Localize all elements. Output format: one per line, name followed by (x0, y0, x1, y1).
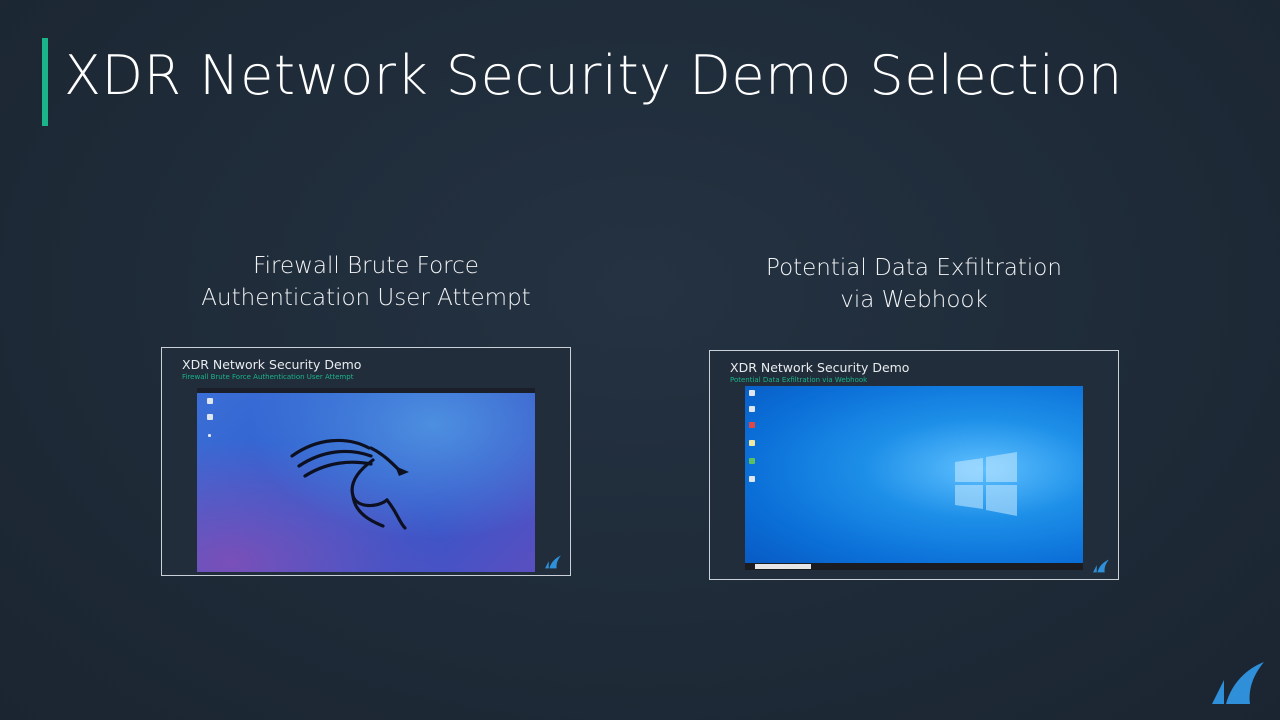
slide: XDR Network Security Demo Selection Fire… (0, 0, 1280, 720)
barracuda-fin-logo (545, 555, 561, 569)
title-accent-bar (42, 38, 48, 126)
barracuda-fin-logo (1093, 559, 1109, 573)
caption-line: Authentication User Attempt (201, 285, 531, 311)
file-icon (208, 434, 211, 437)
slide-title: XDR Network Security Demo Selection (64, 44, 1123, 107)
barracuda-fin-logo (1212, 662, 1264, 704)
thumbnail-title: XDR Network Security Demo (182, 357, 362, 372)
demo-thumbnail-exfiltration[interactable]: XDR Network Security Demo Potential Data… (709, 350, 1119, 580)
demo-option-caption: Firewall Brute Force Authentication User… (161, 250, 571, 314)
desktop-shortcut-icon (749, 476, 755, 482)
thumbnail-subtitle: Firewall Brute Force Authentication User… (182, 373, 354, 381)
taskbar-search-box (755, 564, 811, 569)
desktop-shortcut-icon (749, 406, 755, 412)
caption-line: Firewall Brute Force (253, 253, 479, 279)
windows-taskbar (745, 563, 1083, 570)
desktop-shortcut-icon (749, 422, 755, 428)
demo-option-exfiltration: Potential Data Exfiltration via Webhook … (709, 252, 1119, 580)
windows-desktop-screenshot (745, 386, 1083, 570)
kali-dragon-icon (290, 438, 409, 530)
thumbnail-subtitle: Potential Data Exfiltration via Webhook (730, 376, 868, 384)
caption-line: Potential Data Exfiltration (766, 255, 1062, 281)
caption-line: via Webhook (840, 287, 988, 313)
demo-option-firewall: Firewall Brute Force Authentication User… (161, 250, 571, 576)
folder-icon (207, 414, 213, 420)
kali-desktop-screenshot (197, 388, 535, 572)
recycle-bin-icon (749, 390, 755, 396)
desktop-shortcut-icon (749, 440, 755, 446)
demo-option-caption: Potential Data Exfiltration via Webhook (709, 252, 1119, 316)
desktop-top-panel (197, 388, 535, 393)
desktop-shortcut-icon (749, 458, 755, 464)
demo-thumbnail-firewall[interactable]: XDR Network Security Demo Firewall Brute… (161, 347, 571, 576)
thumbnail-title: XDR Network Security Demo (730, 360, 910, 375)
trash-icon (207, 398, 213, 404)
windows-logo-icon (955, 452, 1017, 516)
